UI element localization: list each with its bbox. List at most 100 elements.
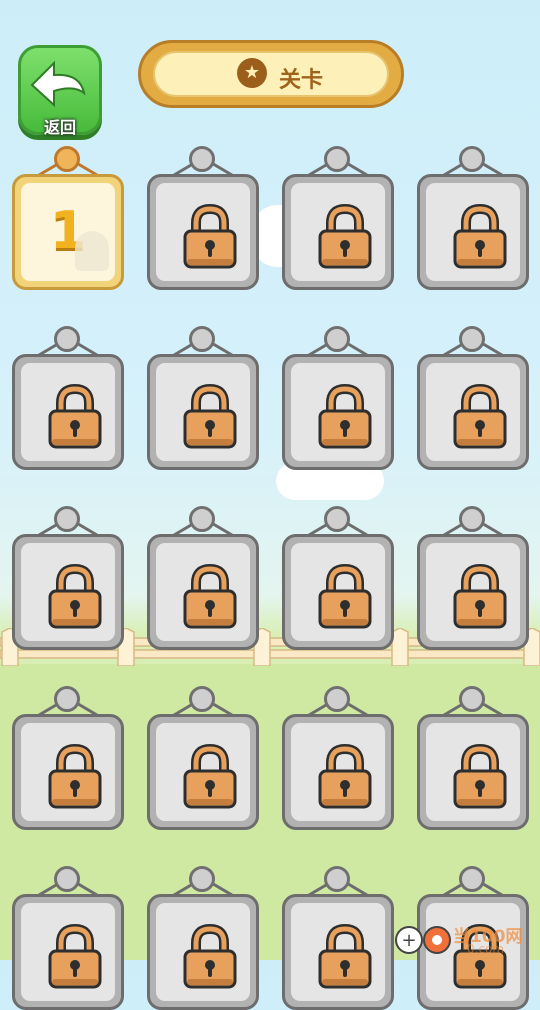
level-board xyxy=(147,714,259,830)
level-board-inner xyxy=(291,723,385,821)
padlock-icon xyxy=(318,203,372,269)
page-title: 关卡 xyxy=(279,68,324,93)
level-board xyxy=(12,534,124,650)
hanger-pin xyxy=(54,506,80,532)
title-banner: ★ 关卡 xyxy=(138,40,404,108)
level-tile-locked[interactable] xyxy=(417,506,529,650)
hanger-pin xyxy=(459,326,485,352)
level-board-inner xyxy=(21,363,115,461)
level-tile-locked[interactable] xyxy=(147,686,259,830)
hanger-pin xyxy=(324,146,350,172)
level-board-inner xyxy=(21,903,115,1001)
padlock-icon xyxy=(453,203,507,269)
trophy-star-icon: ★ xyxy=(237,58,267,88)
level-tile-locked[interactable] xyxy=(417,326,529,470)
hanger-pin xyxy=(324,506,350,532)
level-tile-locked[interactable] xyxy=(12,866,124,1010)
level-board-inner xyxy=(291,903,385,1001)
padlock-icon xyxy=(318,743,372,809)
hanger-pin xyxy=(324,686,350,712)
hanger-pin xyxy=(189,506,215,532)
padlock-icon xyxy=(183,923,237,989)
hanger-pin xyxy=(189,686,215,712)
hanger-pin xyxy=(324,866,350,892)
level-board xyxy=(417,174,529,290)
level-board-inner xyxy=(21,543,115,641)
padlock-icon xyxy=(48,743,102,809)
back-label: 返回 xyxy=(43,118,76,137)
level-board xyxy=(282,174,394,290)
level-tile-locked[interactable] xyxy=(282,146,394,290)
hanger-pin xyxy=(459,686,485,712)
level-tile-locked[interactable] xyxy=(12,506,124,650)
watermark-sub: 0.com xyxy=(467,942,505,956)
level-tile-locked[interactable] xyxy=(147,326,259,470)
title-banner-inner: ★ 关卡 xyxy=(153,51,389,97)
hanger-pin xyxy=(189,866,215,892)
level-board-inner xyxy=(426,543,520,641)
hanger-pin xyxy=(189,326,215,352)
padlock-icon xyxy=(48,923,102,989)
svg-text:+: + xyxy=(401,930,416,951)
level-board-inner: 1 xyxy=(21,183,115,281)
level-tile-locked[interactable] xyxy=(417,146,529,290)
level-board xyxy=(282,354,394,470)
level-board-inner xyxy=(426,723,520,821)
level-board xyxy=(147,174,259,290)
level-board-inner xyxy=(426,363,520,461)
padlock-icon xyxy=(183,383,237,449)
padlock-icon xyxy=(183,203,237,269)
level-board xyxy=(12,894,124,1010)
hanger-pin xyxy=(54,866,80,892)
level-board-inner xyxy=(426,183,520,281)
padlock-icon xyxy=(48,563,102,629)
level-tile-locked[interactable] xyxy=(147,506,259,650)
level-board xyxy=(282,894,394,1010)
hanger-pin xyxy=(459,506,485,532)
level-board: 1 xyxy=(12,174,124,290)
padlock-icon xyxy=(318,923,372,989)
level-board-inner xyxy=(291,183,385,281)
level-tile-locked[interactable] xyxy=(282,326,394,470)
padlock-icon xyxy=(453,563,507,629)
level-tile-locked[interactable] xyxy=(282,686,394,830)
level-board xyxy=(417,354,529,470)
level-board-inner xyxy=(291,363,385,461)
hanger-pin xyxy=(459,866,485,892)
level-board xyxy=(147,894,259,1010)
padlock-icon xyxy=(48,383,102,449)
level-tile[interactable]: 1 xyxy=(12,146,124,290)
level-board-inner xyxy=(291,543,385,641)
level-board xyxy=(147,534,259,650)
level-board-inner xyxy=(156,723,250,821)
smiley-pin-icon xyxy=(54,146,80,172)
hanger-pin xyxy=(189,146,215,172)
hanger-pin xyxy=(54,326,80,352)
level-tile-locked[interactable] xyxy=(147,146,259,290)
padlock-icon xyxy=(453,743,507,809)
padlock-icon xyxy=(318,383,372,449)
level-board xyxy=(282,534,394,650)
back-button[interactable]: 返回 xyxy=(18,45,102,137)
watermark: + 当100网 0.com xyxy=(393,920,540,960)
level-board-inner xyxy=(156,543,250,641)
level-board xyxy=(147,354,259,470)
level-board xyxy=(12,714,124,830)
level-tile-locked[interactable] xyxy=(147,866,259,1010)
level-board xyxy=(282,714,394,830)
level-tile-locked[interactable] xyxy=(12,326,124,470)
level-tile-locked[interactable] xyxy=(282,506,394,650)
hanger-pin xyxy=(459,146,485,172)
level-board xyxy=(417,714,529,830)
hanger-pin xyxy=(324,326,350,352)
padlock-icon xyxy=(183,563,237,629)
level-tile-locked[interactable] xyxy=(282,866,394,1010)
level-board-inner xyxy=(156,903,250,1001)
level-board-inner xyxy=(156,363,250,461)
level-board xyxy=(12,354,124,470)
hanger-pin xyxy=(54,686,80,712)
level-tile-locked[interactable] xyxy=(12,686,124,830)
padlock-icon xyxy=(318,563,372,629)
padlock-icon xyxy=(453,383,507,449)
level-tile-locked[interactable] xyxy=(417,686,529,830)
